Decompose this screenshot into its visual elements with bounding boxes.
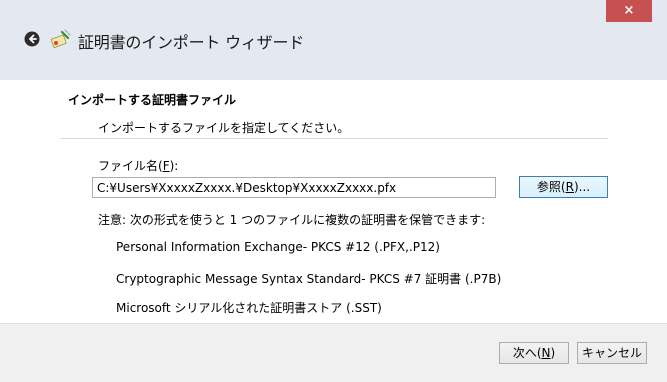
file-label-accelerator: F: [162, 159, 170, 173]
browse-button[interactable]: 参照(R)...: [519, 176, 608, 198]
format-item-p7b: Cryptographic Message Syntax Standard- P…: [116, 272, 502, 286]
wizard-title: 証明書のインポート ウィザード: [78, 33, 305, 52]
section-title: インポートする証明書ファイル: [68, 93, 237, 107]
format-item-pfx: Personal Information Exchange- PKCS #12 …: [116, 240, 440, 254]
formats-note: 注意: 次の形式を使うと 1 つのファイルに複数の証明書を保管できます:: [98, 213, 486, 227]
certificate-wizard-icon: [50, 29, 71, 48]
file-name-input[interactable]: [92, 177, 496, 198]
back-arrow-icon[interactable]: [24, 31, 40, 47]
close-button[interactable]: ×: [606, 0, 652, 22]
browse-label-accelerator: R: [565, 180, 574, 194]
next-label-prefix: 次へ(: [512, 346, 542, 360]
next-label-suffix: ): [550, 346, 556, 360]
wizard-header: × 証明書のインポート ウィザード: [0, 0, 667, 80]
next-button[interactable]: 次へ(N): [499, 342, 569, 364]
certificate-import-wizard-window: × 証明書のインポート ウィザード インポートする証明書ファイル インポートする…: [0, 0, 667, 382]
section-description: インポートするファイルを指定してください。: [98, 121, 350, 135]
cancel-button[interactable]: キャンセル: [577, 342, 647, 364]
browse-label-suffix: )...: [573, 180, 591, 194]
file-label-prefix: ファイル名(: [98, 159, 163, 173]
file-name-label: ファイル名(F):: [98, 157, 178, 174]
browse-label-prefix: 参照(: [536, 180, 566, 194]
header-divider: [60, 138, 608, 139]
file-label-suffix: ):: [169, 159, 179, 173]
format-item-sst: Microsoft シリアル化された証明書ストア (.SST): [116, 301, 382, 315]
